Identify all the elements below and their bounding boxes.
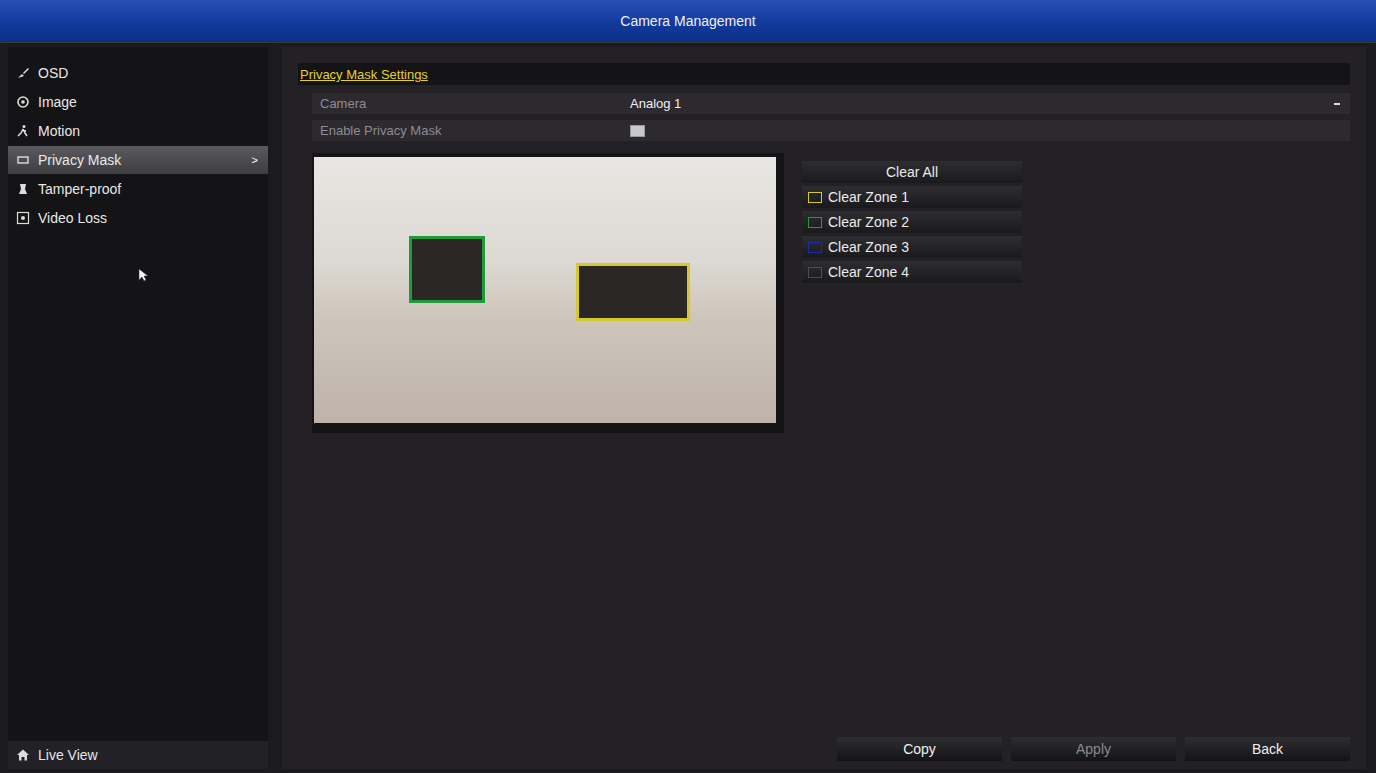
sidebar: OSD Image Motion Privacy Mask > Tamper-proof V… [8, 47, 268, 769]
enable-checkbox[interactable] [630, 125, 645, 137]
clear-all-button[interactable]: Clear All [802, 161, 1022, 183]
sidebar-list: OSD Image Motion Privacy Mask > Tamper-proof V… [8, 59, 268, 232]
clear-zone-button[interactable]: Clear Zone 3 [802, 236, 1022, 258]
privacy-mask-zone[interactable] [409, 236, 485, 303]
setting-row: Enable Privacy Mask [312, 120, 1350, 141]
clear-zone-label: Clear Zone 2 [828, 214, 909, 230]
copy-button[interactable]: Copy [837, 737, 1002, 761]
button-label: Apply [1076, 741, 1111, 757]
aperture-icon [16, 95, 30, 109]
sidebar-label: Image [38, 94, 258, 110]
title-bar: Camera Management [0, 0, 1376, 43]
sidebar-label: Motion [38, 123, 258, 139]
content-area: OSD Image Motion Privacy Mask > Tamper-proof V… [0, 43, 1376, 773]
button-label: Copy [903, 741, 936, 757]
video-loss-icon [16, 211, 30, 225]
zone-color-swatch [808, 267, 822, 278]
heading-bar: Privacy Mask Settings [298, 63, 1350, 85]
sidebar-item[interactable]: Video Loss [8, 204, 268, 232]
home-icon [16, 748, 30, 762]
mask-icon [16, 153, 30, 167]
clear-zone-label: Clear Zone 4 [828, 264, 909, 280]
camera-dropdown[interactable]: Analog 1 [630, 96, 1350, 111]
action-buttons: Copy Apply Back [298, 737, 1350, 761]
privacy-mask-zone[interactable] [576, 263, 690, 321]
camera-preview[interactable] [314, 157, 776, 423]
back-button[interactable]: Back [1185, 737, 1350, 761]
arrow-icon: > [252, 154, 258, 166]
sidebar-item[interactable]: Privacy Mask > [8, 146, 268, 174]
apply-button: Apply [1011, 737, 1176, 761]
button-label: Back [1252, 741, 1283, 757]
sidebar-item[interactable]: Tamper-proof [8, 175, 268, 203]
sidebar-item[interactable]: OSD [8, 59, 268, 87]
sidebar-item[interactable]: Motion [8, 117, 268, 145]
sidebar-label: OSD [38, 65, 258, 81]
sidebar-label: Tamper-proof [38, 181, 258, 197]
setting-label: Camera [312, 96, 630, 111]
running-man-icon [16, 124, 30, 138]
sidebar-label: Privacy Mask [38, 152, 244, 168]
clear-zone-button[interactable]: Clear Zone 1 [802, 186, 1022, 208]
zone-color-swatch [808, 192, 822, 203]
mouse-pointer-icon [138, 268, 150, 282]
hand-icon [16, 182, 30, 196]
zone-color-swatch [808, 242, 822, 253]
live-view-label: Live View [38, 747, 98, 763]
enable-checkbox-cell [630, 125, 1350, 137]
dropdown-value: Analog 1 [630, 96, 681, 111]
preview-frame [312, 153, 784, 433]
dropdown-arrow-icon [1334, 103, 1340, 105]
pen-icon [16, 66, 30, 80]
setting-label: Enable Privacy Mask [312, 123, 630, 138]
zone-buttons: Clear All Clear Zone 1 Clear Zone 2 Clear Z… [802, 161, 1022, 283]
setting-row: CameraAnalog 1 [312, 93, 1350, 114]
clear-zone-button[interactable]: Clear Zone 4 [802, 261, 1022, 283]
main-panel: Privacy Mask SettingsCameraAnalog 1Enabl… [282, 47, 1366, 769]
sidebar-item[interactable]: Image [8, 88, 268, 116]
live-view-button[interactable]: Live View [8, 741, 268, 769]
section-heading: Privacy Mask Settings [300, 67, 428, 82]
clear-zone-label: Clear Zone 1 [828, 189, 909, 205]
clear-zone-label: Clear Zone 3 [828, 239, 909, 255]
zone-color-swatch [808, 217, 822, 228]
sidebar-label: Video Loss [38, 210, 258, 226]
mask-editor: Clear All Clear Zone 1 Clear Zone 2 Clear Z… [312, 153, 1350, 433]
clear-zone-button[interactable]: Clear Zone 2 [802, 211, 1022, 233]
